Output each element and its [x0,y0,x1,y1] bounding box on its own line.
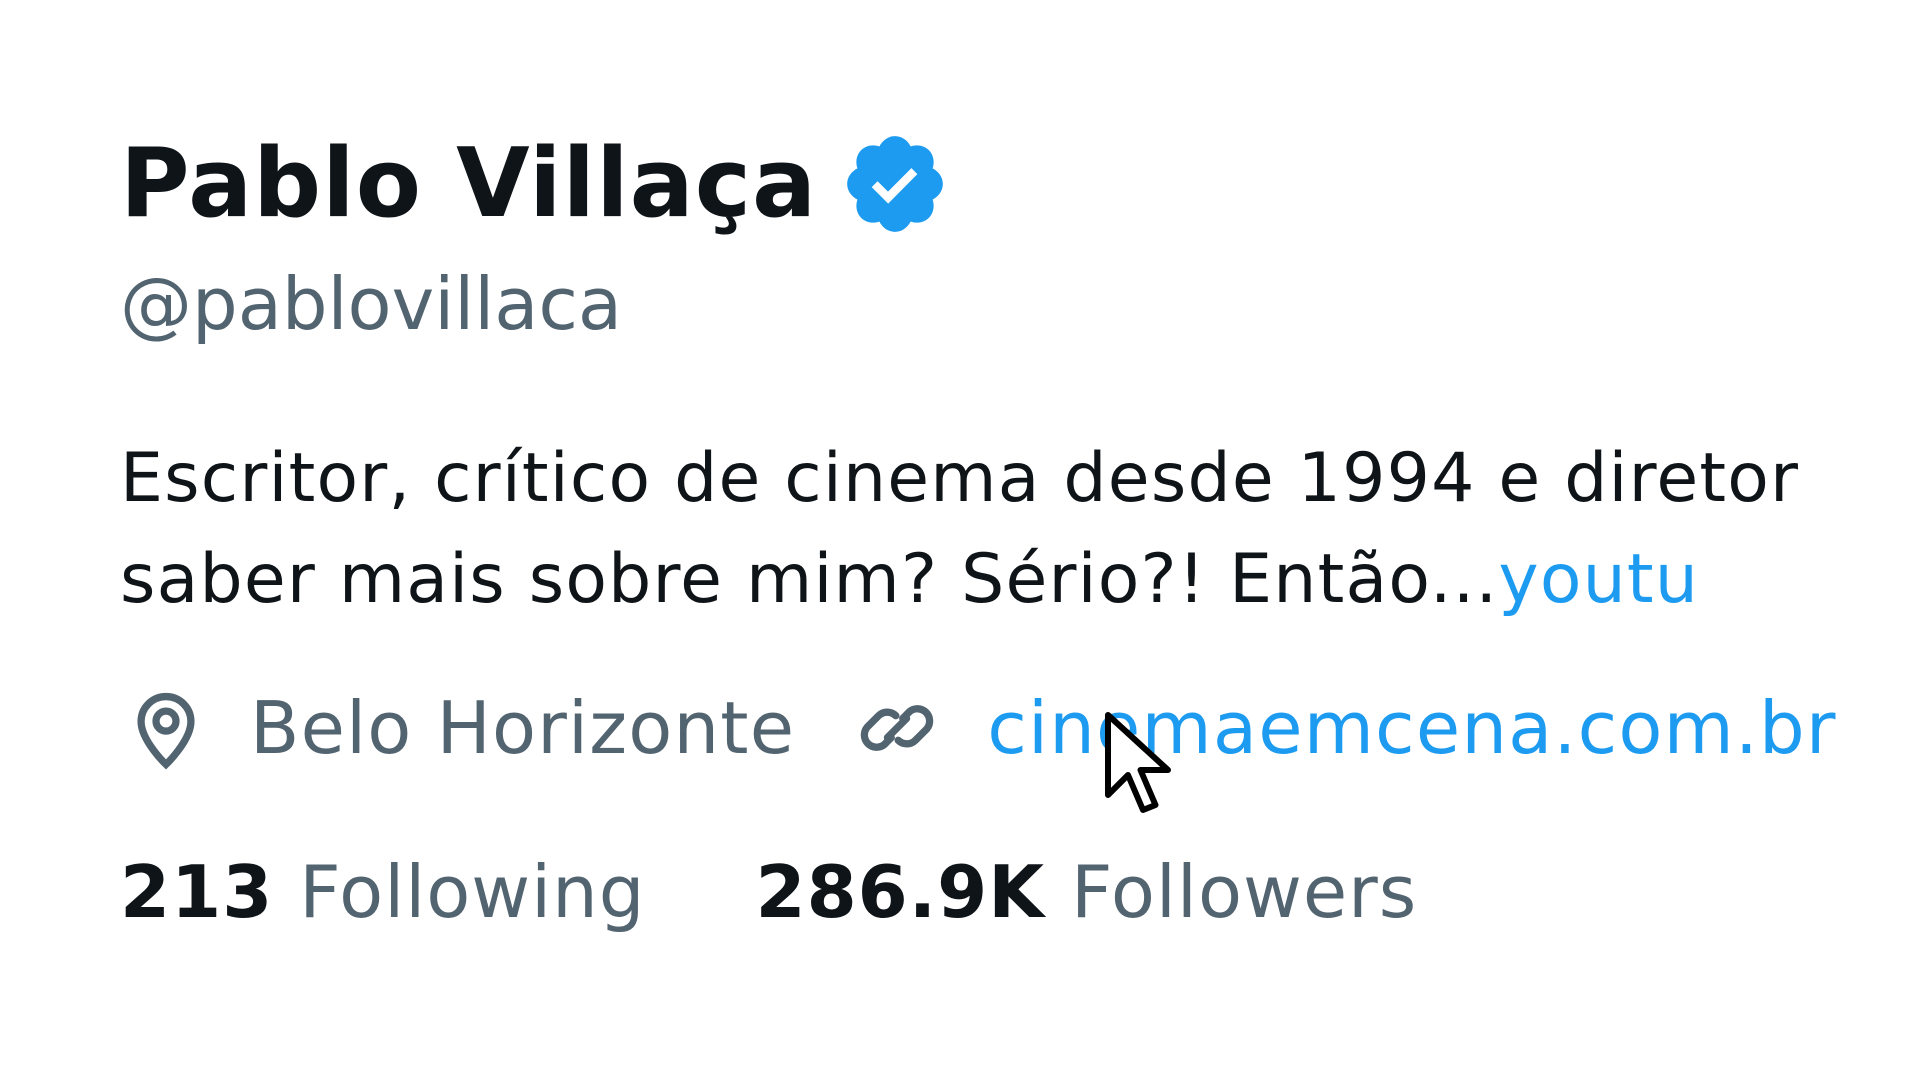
following-stat[interactable]: 213 Following [120,850,645,934]
verified-badge-icon[interactable] [839,128,951,240]
followers-label: Followers [1071,850,1418,934]
following-count: 213 [120,850,274,934]
profile-meta: Belo Horizonte cinemaemcena.com.br [120,682,1837,774]
following-label: Following [299,850,646,934]
name-row: Pablo Villaça [120,128,951,240]
bio-link[interactable]: youtu [1498,540,1699,619]
bio-line-2-text: saber mais sobre mim? Sério?! Então... [120,540,1499,619]
followers-count: 286.9K [755,850,1046,934]
mouse-cursor-icon [1103,710,1173,820]
location-pin-icon [120,682,212,774]
bio-line-1: Escritor, crítico de cinema desde 1994 e… [120,439,1800,518]
bio: Escritor, crítico de cinema desde 1994 e… [120,428,1920,630]
user-handle: @pablovillaca [120,262,623,346]
location-text: Belo Horizonte [250,686,796,770]
display-name: Pablo Villaça [120,128,818,239]
website[interactable]: cinemaemcena.com.br [851,682,1837,774]
link-icon [851,682,943,774]
location: Belo Horizonte [120,682,795,774]
follow-stats: 213 Following 286.9K Followers [120,850,1417,934]
bio-line-2: saber mais sobre mim? Sério?! Então...yo… [120,529,1920,630]
profile-header: Pablo Villaça @pablovillaca Escritor, cr… [0,0,1920,1080]
followers-stat[interactable]: 286.9K Followers [755,850,1417,934]
